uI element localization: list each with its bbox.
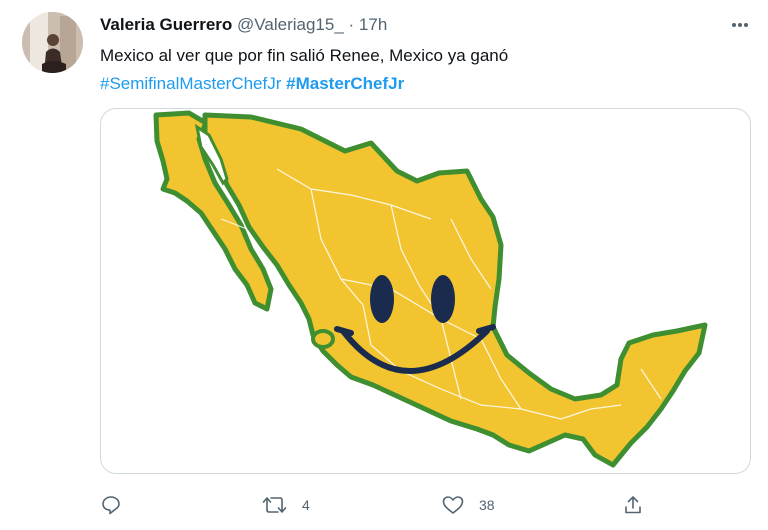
mexico-smiley-map: [153, 110, 708, 468]
retweet-button[interactable]: 4: [262, 488, 310, 522]
retweet-count: 4: [302, 497, 310, 513]
author-name[interactable]: Valeria Guerrero: [100, 15, 232, 34]
more-icon[interactable]: [726, 14, 754, 36]
timestamp[interactable]: 17h: [359, 15, 387, 34]
tweet-text: Mexico al ver que por fin salió Renee, M…: [100, 42, 740, 98]
like-icon: [441, 494, 465, 516]
retweet-icon: [262, 494, 288, 516]
author-handle[interactable]: @Valeriag15_: [237, 15, 344, 34]
tweet-header: Valeria Guerrero @Valeriag15_ · 17h: [100, 14, 387, 36]
avatar-image: [22, 12, 83, 73]
hashtag-masterchefjr[interactable]: #MasterChefJr: [286, 74, 404, 93]
tweet-media-image[interactable]: [100, 108, 751, 474]
reply-button[interactable]: [100, 488, 136, 522]
tweet-actions: 4 38: [0, 488, 768, 522]
hashtag-semifinal[interactable]: #SemifinalMasterChefJr: [100, 74, 281, 93]
tweet-body: Mexico al ver que por fin salió Renee, M…: [100, 46, 509, 65]
share-icon: [622, 494, 644, 516]
avatar[interactable]: [22, 12, 83, 73]
tweet[interactable]: Valeria Guerrero @Valeriag15_ · 17h Mexi…: [0, 0, 768, 530]
like-button[interactable]: 38: [441, 488, 495, 522]
reply-icon: [100, 494, 122, 516]
share-button[interactable]: [622, 488, 644, 522]
separator-dot: ·: [348, 15, 355, 34]
like-count: 38: [479, 497, 495, 513]
